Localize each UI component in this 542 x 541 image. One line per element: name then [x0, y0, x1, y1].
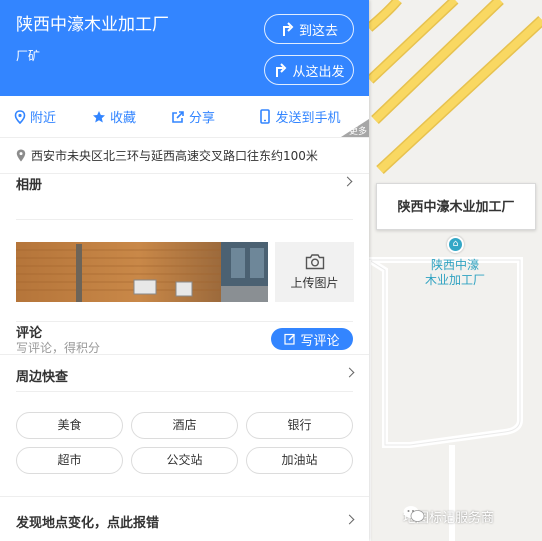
send-to-phone-label: 发送到手机 — [275, 111, 341, 126]
chip-supermarket[interactable]: 超市 — [16, 447, 123, 474]
place-header: 陕西中濠木业加工厂 厂矿 到这去 从这出发 — [0, 0, 369, 96]
chip-hotel[interactable]: 酒店 — [131, 412, 238, 439]
edit-icon — [284, 333, 296, 345]
route-to-icon — [282, 22, 294, 36]
poi-map-label-line2: 木业加工厂 — [424, 273, 485, 287]
chip-bank[interactable]: 银行 — [246, 412, 353, 439]
route-to-label: 到这去 — [298, 23, 338, 39]
place-photo[interactable] — [16, 242, 268, 302]
location-pin-icon — [14, 109, 26, 124]
album-section[interactable]: 相册 — [16, 174, 353, 220]
nearby-button[interactable]: 附近 — [0, 107, 70, 126]
chip-food[interactable]: 美食 — [16, 412, 123, 439]
route-to-button[interactable]: 到这去 — [264, 14, 354, 44]
poi-map-label-line1: 陕西中濠 — [430, 258, 479, 272]
address-text: 西安市未央区北三环与延西高速交叉路口往东约100米 — [31, 149, 318, 163]
nearby-search-header[interactable]: 周边快查 — [0, 354, 369, 391]
report-error-label: 发现地点变化，点此报错 — [16, 516, 160, 531]
write-review-label: 写评论 — [300, 333, 340, 349]
route-from-label: 从这出发 — [292, 64, 345, 80]
send-to-phone-button[interactable]: 发送到手机 — [236, 107, 364, 126]
phone-icon — [260, 109, 271, 124]
favorite-label: 收藏 — [109, 111, 136, 126]
nearby-search-title: 周边快查 — [16, 370, 69, 385]
poi-map-label[interactable]: 陕西中濠 木业加工厂 — [410, 258, 500, 288]
upload-photo-button[interactable]: 上传图片 — [275, 242, 354, 302]
nearby-chevron-right-icon — [344, 367, 355, 378]
camera-icon — [305, 254, 324, 270]
photo-strip: 上传图片 — [0, 239, 369, 321]
share-label: 分享 — [188, 111, 215, 126]
route-from-button[interactable]: 从这出发 — [264, 55, 354, 85]
favorite-button[interactable]: 收藏 — [70, 107, 158, 126]
watermark: 地图标记服务商 — [403, 505, 494, 527]
nearby-label: 附近 — [29, 111, 56, 126]
album-title: 相册 — [16, 178, 43, 193]
address-row: 西安市未央区北三环与延西高速交叉路口往东约100米 — [0, 138, 369, 174]
nearby-category-grid: 美食 酒店 银行 超市 公交站 加油站 — [16, 391, 353, 491]
share-icon — [172, 110, 184, 123]
factory-icon[interactable]: ⌂ — [447, 236, 464, 253]
report-chevron-right-icon — [344, 514, 355, 525]
album-chevron-right-icon — [342, 176, 353, 187]
place-title: 陕西中濠木业加工厂 — [16, 15, 169, 35]
report-error-row[interactable]: 发现地点变化，点此报错 — [0, 496, 369, 541]
review-section: 评论 写评论，得积分 写评论 — [16, 321, 353, 355]
wechat-icon — [403, 506, 425, 522]
upload-photo-label: 上传图片 — [290, 276, 339, 290]
write-review-button[interactable]: 写评论 — [271, 328, 353, 350]
route-from-icon — [276, 63, 287, 77]
place-detail-panel: 陕西中濠木业加工厂 厂矿 到这去 从这出发 附近 收藏 分享 发送到手机 更多 … — [0, 0, 369, 541]
chip-gas-station[interactable]: 加油站 — [246, 447, 353, 474]
star-icon — [92, 110, 105, 122]
address-pin-icon — [16, 149, 26, 162]
action-bar: 附近 收藏 分享 发送到手机 更多 — [0, 96, 369, 138]
share-button[interactable]: 分享 — [158, 107, 228, 126]
building-photo — [16, 242, 268, 302]
place-category: 厂矿 — [16, 49, 41, 63]
poi-callout[interactable]: 陕西中濠木业加工厂 — [376, 183, 536, 230]
chip-bus-stop[interactable]: 公交站 — [131, 447, 238, 474]
